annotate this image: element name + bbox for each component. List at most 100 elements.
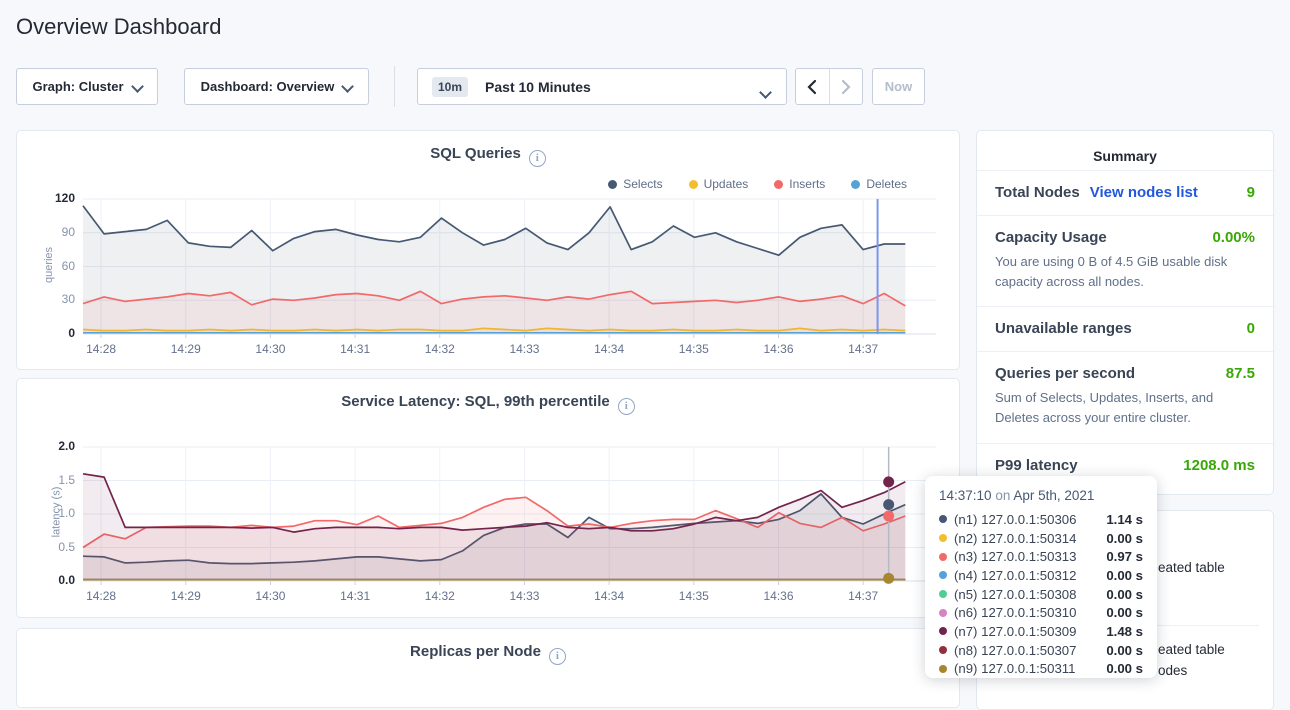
tooltip-timestamp: 14:37:10 on Apr 5th, 2021	[939, 488, 1143, 503]
node-latency-value: 0.00 s	[1106, 643, 1143, 658]
tooltip-node-row: (n9) 127.0.0.1:50311 0.00 s	[939, 660, 1143, 679]
capacity-usage-desc: You are using 0 B of 4.5 GiB usable disk…	[995, 252, 1255, 292]
summary-row-unavailable: Unavailable ranges 0	[977, 306, 1273, 351]
y-axis-tick: 30	[35, 292, 75, 306]
x-axis-tick: 14:36	[755, 342, 803, 356]
y-axis-tick: 60	[35, 259, 75, 273]
time-prev-button[interactable]	[796, 69, 829, 104]
x-axis-tick: 14:35	[670, 342, 718, 356]
x-axis-tick: 14:32	[416, 342, 464, 356]
chevron-down-icon	[761, 86, 770, 95]
node-address: (n5) 127.0.0.1:50308	[954, 587, 1076, 602]
x-axis-tick: 14:36	[755, 589, 803, 603]
y-axis-tick: 90	[35, 225, 75, 239]
p99-latency-value: 1208.0 ms	[1183, 457, 1255, 474]
x-axis-tick: 14:28	[77, 342, 125, 356]
chart-hover-tooltip: 14:37:10 on Apr 5th, 2021 (n1) 127.0.0.1…	[925, 476, 1157, 678]
legend-item-selects[interactable]: Selects	[608, 177, 662, 191]
page-title: Overview Dashboard	[16, 14, 221, 40]
node-latency-value: 0.00 s	[1106, 568, 1143, 583]
capacity-usage-label: Capacity Usage	[995, 229, 1107, 246]
x-axis-tick: 14:29	[162, 589, 210, 603]
tooltip-node-row: (n5) 127.0.0.1:503080.00 s	[939, 585, 1143, 604]
x-axis-tick: 14:32	[416, 589, 464, 603]
controls-divider	[394, 66, 395, 107]
event-text-fragment: eated table	[1158, 560, 1225, 575]
x-axis-tick: 14:37	[839, 342, 887, 356]
unavailable-ranges-label: Unavailable ranges	[995, 320, 1132, 337]
chart-plot-area[interactable]	[83, 199, 936, 340]
replicas-per-node-card: Replicas per Node i	[16, 628, 960, 708]
graph-dropdown-label: Graph: Cluster	[32, 79, 123, 94]
tooltip-node-row: (n3) 127.0.0.1:50313 0.97 s	[939, 547, 1143, 566]
x-axis-tick: 14:31	[331, 342, 379, 356]
info-icon[interactable]: i	[618, 398, 635, 415]
node-color-dot	[939, 590, 947, 598]
legend-dot	[774, 180, 783, 189]
summary-title: Summary	[977, 131, 1273, 170]
node-address: (n6) 127.0.0.1:50310	[954, 605, 1076, 620]
view-nodes-list-link[interactable]: View nodes list	[1090, 184, 1198, 201]
node-color-dot	[939, 665, 947, 673]
x-axis-tick: 14:33	[500, 342, 548, 356]
dashboard-dropdown[interactable]: Dashboard: Overview	[184, 68, 369, 105]
legend-dot	[689, 180, 698, 189]
time-next-button[interactable]	[829, 69, 863, 104]
time-range-dropdown[interactable]: 10m Past 10 Minutes	[417, 68, 787, 105]
sql-queries-card: SQL Queriesi SelectsUpdatesInsertsDelete…	[16, 130, 960, 370]
replicas-per-node-title: Replicas per Node	[410, 643, 541, 660]
x-axis-tick: 14:30	[246, 589, 294, 603]
unavailable-ranges-value: 0	[1247, 320, 1255, 337]
total-nodes-label: Total Nodes	[995, 184, 1080, 201]
node-address: (n8) 127.0.0.1:50307	[954, 643, 1076, 658]
graph-dropdown[interactable]: Graph: Cluster	[16, 68, 158, 105]
node-address: (n4) 127.0.0.1:50312	[954, 568, 1076, 583]
x-axis-tick: 14:29	[162, 342, 210, 356]
node-color-dot	[939, 571, 947, 579]
node-color-dot	[939, 515, 947, 523]
x-axis-tick: 14:30	[246, 342, 294, 356]
y-axis-tick: 0.5	[35, 540, 75, 554]
y-axis-tick: 2.0	[35, 439, 75, 453]
legend-label: Deletes	[866, 177, 907, 191]
node-latency-value: 0.00 s	[1106, 605, 1143, 620]
time-step-buttons	[795, 68, 863, 105]
legend-item-updates[interactable]: Updates	[689, 177, 749, 191]
x-axis-tick: 14:31	[331, 589, 379, 603]
now-button[interactable]: Now	[872, 68, 925, 105]
time-range-label: Past 10 Minutes	[485, 79, 591, 95]
node-latency-value: 0.97 s	[1106, 549, 1143, 564]
capacity-usage-value: 0.00%	[1212, 229, 1255, 246]
legend-item-inserts[interactable]: Inserts	[774, 177, 825, 191]
node-latency-value: 0.00 s	[1106, 661, 1143, 676]
service-latency-title: Service Latency: SQL, 99th percentile	[341, 393, 609, 410]
x-axis-tick: 14:34	[585, 342, 633, 356]
node-color-dot	[939, 646, 947, 654]
sql-queries-legend: Selects Updates Inserts Deletes	[608, 177, 907, 191]
chevron-down-icon	[343, 80, 352, 89]
x-axis-tick: 14:34	[585, 589, 633, 603]
node-color-dot	[939, 534, 947, 542]
x-axis-tick: 14:35	[670, 589, 718, 603]
info-icon[interactable]: i	[529, 150, 546, 167]
summary-row-qps: Queries per second 87.5 Sum of Selects, …	[977, 351, 1273, 442]
y-axis-tick: 0.0	[35, 573, 75, 587]
legend-dot	[851, 180, 860, 189]
legend-label: Updates	[704, 177, 749, 191]
y-axis-tick: 120	[35, 191, 75, 205]
service-latency-card: Service Latency: SQL, 99th percentilei l…	[16, 378, 960, 618]
legend-item-deletes[interactable]: Deletes	[851, 177, 907, 191]
event-text-fragment: eated table	[1158, 642, 1225, 657]
tooltip-node-row: (n8) 127.0.0.1:50307 0.00 s	[939, 641, 1143, 660]
qps-label: Queries per second	[995, 365, 1135, 382]
node-address: (n9) 127.0.0.1:50311	[954, 661, 1075, 676]
node-address: (n3) 127.0.0.1:50313	[954, 549, 1076, 564]
dashboard-dropdown-label: Dashboard: Overview	[201, 79, 335, 94]
y-axis-tick: 0	[35, 326, 75, 340]
event-text-fragment: odes	[1158, 663, 1187, 678]
legend-label: Inserts	[789, 177, 825, 191]
legend-dot	[608, 180, 617, 189]
info-icon[interactable]: i	[549, 648, 566, 665]
summary-row-total-nodes: Total Nodes View nodes list 9	[977, 170, 1273, 215]
chart-plot-area[interactable]	[83, 447, 936, 587]
